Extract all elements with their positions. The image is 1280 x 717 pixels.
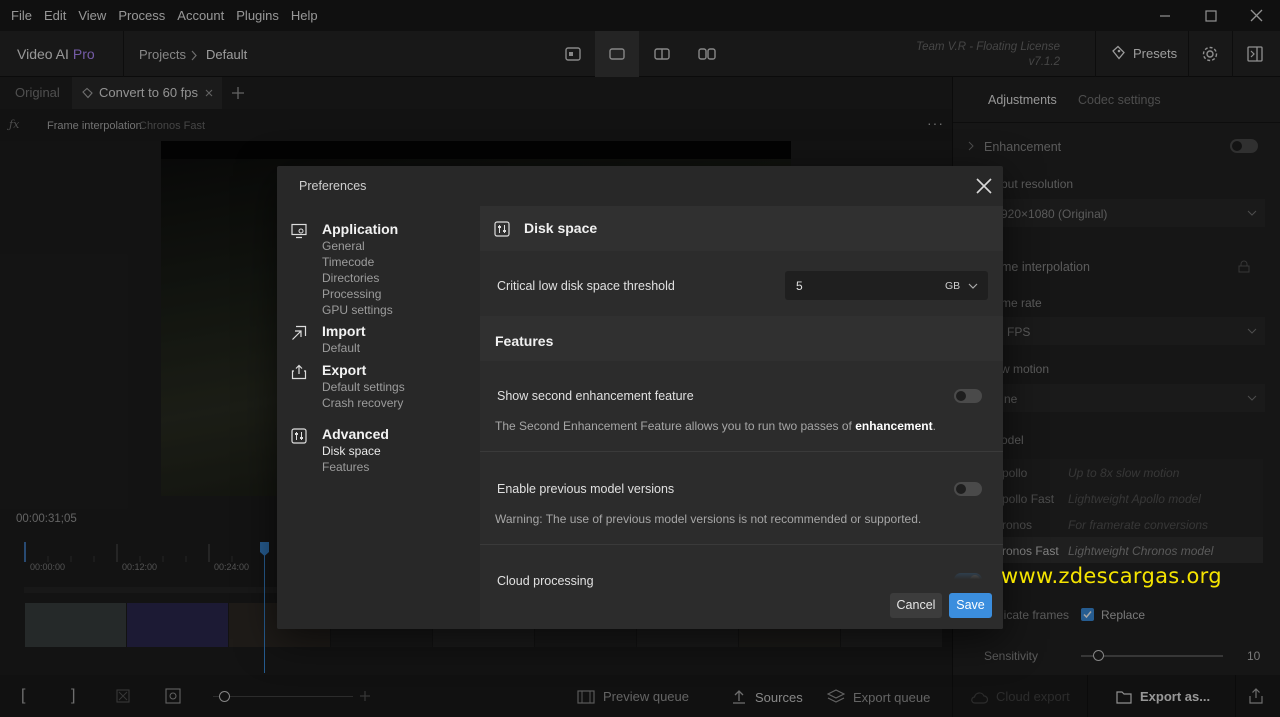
previous-models-desc: Warning: The use of previous model versi… — [495, 512, 922, 526]
import-icon — [292, 325, 307, 340]
nav-item-directories[interactable]: Directories — [322, 271, 379, 285]
nav-item-import-default[interactable]: Default — [322, 341, 360, 355]
previous-models-label: Enable previous model versions — [497, 482, 675, 496]
cloud-processing-label: Cloud processing — [497, 574, 594, 588]
watermark-text: www.zdescargas.org — [1001, 564, 1222, 588]
previous-models-toggle[interactable] — [954, 482, 982, 496]
desc-text: The Second Enhancement Feature allows yo… — [495, 419, 856, 433]
second-enhancement-toggle[interactable] — [954, 389, 982, 403]
nav-section-title[interactable]: Import — [322, 323, 366, 339]
nav-section-title[interactable]: Export — [322, 362, 366, 378]
cancel-button[interactable]: Cancel — [890, 593, 942, 618]
dialog-title: Preferences — [299, 179, 367, 193]
threshold-input[interactable]: 5 GB — [785, 271, 988, 300]
nav-section-title[interactable]: Advanced — [322, 426, 389, 442]
preferences-nav: Application General Timecode Directories… — [277, 206, 480, 629]
features-header: Features — [480, 316, 1003, 361]
disk-space-header: Disk space — [480, 206, 1003, 251]
save-button[interactable]: Save — [949, 593, 992, 618]
nav-item-crash-recovery[interactable]: Crash recovery — [322, 396, 403, 410]
nav-item-default-settings[interactable]: Default settings — [322, 380, 405, 394]
threshold-label: Critical low disk space threshold — [497, 279, 675, 293]
threshold-unit: GB — [945, 280, 961, 292]
nav-item-gpu-settings[interactable]: GPU settings — [322, 303, 393, 317]
nav-item-features[interactable]: Features — [322, 460, 369, 474]
nav-item-timecode[interactable]: Timecode — [322, 255, 374, 269]
export-icon — [291, 364, 307, 380]
disk-space-heading: Disk space — [524, 220, 598, 236]
second-enhancement-label: Show second enhancement feature — [497, 389, 694, 403]
sliders-icon — [494, 221, 510, 237]
app-window: File Edit View Process Account Plugins H… — [0, 0, 1280, 717]
threshold-value: 5 — [796, 279, 803, 293]
section-divider — [480, 451, 1003, 452]
sliders-icon — [291, 428, 307, 444]
desc-text: . — [932, 419, 936, 433]
preferences-dialog: Preferences Application General Timecode… — [277, 166, 1003, 629]
nav-item-processing[interactable]: Processing — [322, 287, 381, 301]
chevron-down-icon[interactable] — [968, 283, 978, 289]
second-enhancement-desc: The Second Enhancement Feature allows yo… — [495, 419, 936, 433]
section-divider — [480, 544, 1003, 545]
nav-item-disk-space[interactable]: Disk space — [322, 444, 381, 458]
nav-section-title[interactable]: Application — [322, 221, 398, 237]
monitor-settings-icon — [291, 223, 307, 239]
features-heading: Features — [495, 333, 554, 349]
nav-item-general[interactable]: General — [322, 239, 365, 253]
close-icon[interactable] — [973, 175, 995, 197]
desc-bold: enhancement — [855, 419, 933, 433]
